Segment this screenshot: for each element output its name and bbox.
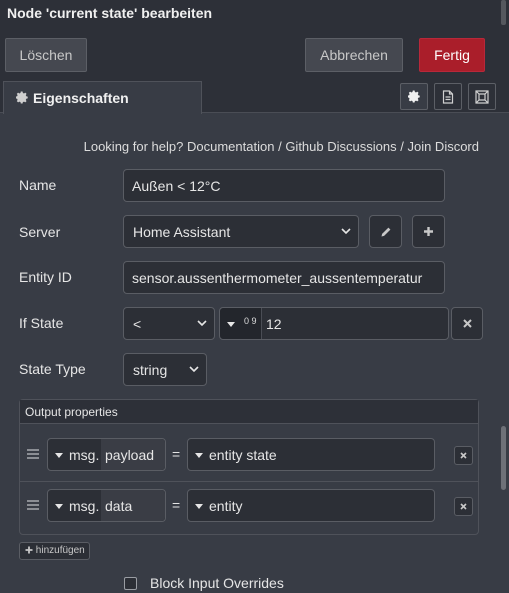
add-server-button[interactable]: [412, 215, 445, 248]
scrollbar-thumb[interactable]: [501, 426, 506, 490]
help-separator: /: [400, 139, 404, 154]
state-type-label: State Type: [19, 361, 86, 377]
server-select[interactable]: Home Assistant: [123, 215, 359, 248]
close-icon: [460, 503, 467, 510]
edit-server-button[interactable]: [369, 215, 402, 248]
output-value: entity: [209, 498, 243, 514]
server-label: Server: [19, 224, 61, 240]
delete-button[interactable]: Löschen: [5, 38, 87, 72]
drag-handle-icon[interactable]: [27, 449, 39, 460]
remove-row-button[interactable]: [454, 497, 473, 516]
tab-description[interactable]: [434, 83, 462, 110]
add-property-label: hinzufügen: [35, 545, 85, 556]
entity-id-input[interactable]: sensor.aussenthermometer_aussentemperatu…: [123, 261, 445, 294]
join-discord-link[interactable]: Join Discord: [407, 139, 479, 154]
chevron-down-icon: [189, 366, 199, 373]
output-value: entity state: [209, 447, 277, 463]
state-type-value: string: [133, 362, 168, 378]
equals-sign: =: [172, 497, 181, 513]
name-label: Name: [19, 177, 57, 193]
caret-down-icon: [227, 322, 235, 327]
dialog-title: Node 'current state' bearbeiten: [0, 0, 509, 27]
cancel-button[interactable]: Abbrechen: [305, 38, 403, 72]
caret-down-icon: [55, 453, 63, 458]
output-row-1-property[interactable]: msg. payload: [47, 438, 166, 471]
value-type-selector[interactable]: 0 9: [220, 308, 262, 339]
block-input-overrides-label: Block Input Overrides: [150, 575, 284, 591]
drag-handle-icon[interactable]: [27, 500, 39, 511]
operator-value: <: [133, 316, 142, 332]
close-icon: [460, 452, 467, 459]
help-separator: /: [278, 139, 282, 154]
add-property-button[interactable]: hinzufügen: [19, 542, 90, 560]
tab-properties-label: Eigenschaften: [33, 90, 129, 106]
if-state-operator-select[interactable]: <: [123, 307, 215, 340]
close-icon: [462, 319, 472, 328]
chevron-down-icon: [197, 320, 207, 327]
scrollbar-track[interactable]: [500, 115, 507, 593]
msg-prefix: msg.: [69, 447, 100, 463]
help-prefix: Looking for help?: [83, 139, 184, 154]
output-row-2-property[interactable]: msg. data: [47, 489, 166, 522]
output-properties-title: Output properties: [20, 400, 478, 424]
property-name: payload: [101, 439, 165, 470]
gear-icon: [16, 91, 28, 104]
title-scrollbar[interactable]: [501, 0, 506, 25]
help-links: Looking for help? Documentation / Github…: [0, 139, 479, 154]
gear-icon: [407, 90, 420, 103]
tab-properties[interactable]: Eigenschaften: [3, 81, 202, 114]
caret-down-icon: [195, 453, 203, 458]
property-name: data: [101, 490, 165, 521]
output-row-1-value[interactable]: entity state: [187, 438, 435, 471]
tab-settings[interactable]: [400, 83, 428, 110]
number-type-icon: 0 9: [244, 316, 257, 326]
msg-prefix: msg.: [69, 498, 100, 514]
github-discussions-link[interactable]: Github Discussions: [285, 139, 396, 154]
documentation-link[interactable]: Documentation: [187, 139, 274, 154]
tab-appearance[interactable]: [468, 83, 496, 110]
if-state-label: If State: [19, 315, 64, 331]
if-state-value-input[interactable]: 0 9 12: [219, 307, 449, 340]
done-button[interactable]: Fertig: [419, 38, 485, 72]
plus-icon: [424, 227, 433, 236]
clear-if-state-button[interactable]: [451, 307, 483, 340]
if-state-value: 12: [266, 316, 282, 332]
name-input[interactable]: Außen < 12°C: [123, 169, 445, 202]
caret-down-icon: [195, 504, 203, 509]
pencil-icon: [381, 227, 390, 236]
caret-down-icon: [55, 504, 63, 509]
server-select-value: Home Assistant: [133, 224, 231, 240]
chevron-down-icon: [341, 228, 351, 235]
frame-icon: [475, 89, 489, 104]
row-divider: [20, 481, 478, 482]
plus-icon: [25, 546, 33, 554]
entity-id-label: Entity ID: [19, 269, 72, 285]
remove-row-button[interactable]: [454, 446, 473, 465]
state-type-select[interactable]: string: [123, 353, 207, 386]
equals-sign: =: [172, 446, 181, 462]
block-input-overrides-checkbox[interactable]: [124, 577, 137, 590]
output-row-2-value[interactable]: entity: [187, 489, 435, 522]
document-icon: [442, 89, 454, 104]
